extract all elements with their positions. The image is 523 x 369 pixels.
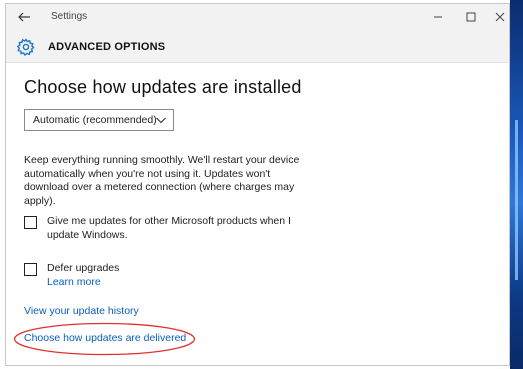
defer-upgrades-checkbox[interactable]: [24, 263, 37, 276]
install-mode-dropdown[interactable]: Automatic (recommended): [24, 109, 174, 131]
option-row-defer-upgrades: Defer upgrades: [24, 262, 119, 276]
page-header: ADVANCED OPTIONS: [6, 32, 509, 63]
window-title: Settings: [51, 11, 88, 22]
gear-icon: [17, 38, 35, 56]
maximize-icon[interactable]: [461, 8, 481, 26]
defer-upgrades-label: Defer upgrades: [47, 262, 120, 274]
install-description: Keep everything running smoothly. We'll …: [24, 154, 300, 207]
microsoft-products-checkbox[interactable]: [24, 216, 37, 229]
desktop-light-streak: [515, 120, 518, 280]
highlight-ellipse: [13, 322, 196, 356]
dropdown-selected-value: Automatic (recommended): [33, 114, 157, 126]
page-title: Choose how updates are installed: [24, 77, 302, 97]
option-row-microsoft-products: Give me updates for other Microsoft prod…: [24, 215, 324, 242]
minimize-icon[interactable]: [428, 8, 448, 26]
microsoft-products-label: Give me updates for other Microsoft prod…: [47, 215, 291, 241]
learn-more-link[interactable]: Learn more: [47, 276, 101, 288]
settings-window: Settings ADVANCED OPTIONS Choose how upd…: [5, 3, 510, 366]
page-section-title: ADVANCED OPTIONS: [48, 41, 166, 53]
close-icon[interactable]: [490, 8, 510, 26]
back-arrow-icon[interactable]: [16, 9, 32, 25]
chevron-down-icon: [156, 117, 166, 124]
title-bar: Settings: [6, 4, 509, 32]
update-history-link[interactable]: View your update history: [24, 305, 139, 317]
